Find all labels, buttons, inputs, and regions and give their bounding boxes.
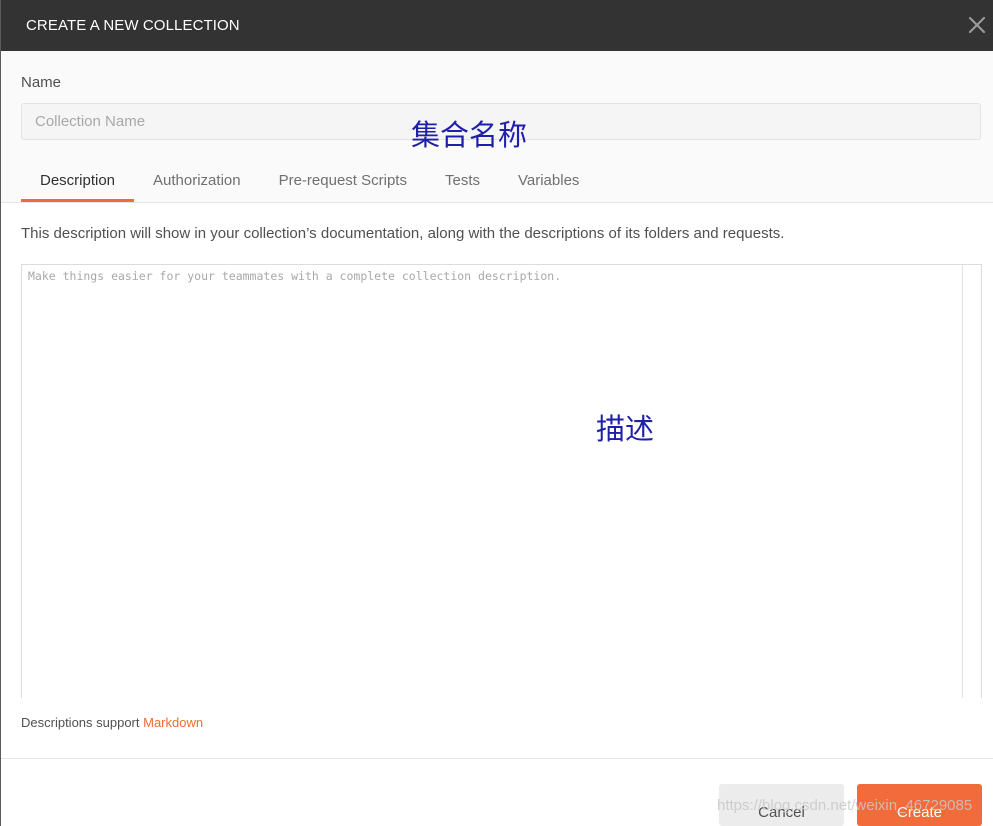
create-button[interactable]: Create (857, 784, 982, 826)
tab-authorization[interactable]: Authorization (134, 171, 260, 202)
collection-name-section: Name 集合名称 Description Authorization Pre-… (1, 51, 993, 203)
footer-divider (1, 758, 993, 759)
description-textarea[interactable] (22, 265, 963, 698)
description-scrollbar[interactable] (962, 265, 981, 698)
tab-tests[interactable]: Tests (426, 171, 499, 202)
tab-description[interactable]: Description (21, 171, 135, 202)
description-editor (21, 264, 982, 698)
markdown-link[interactable]: Markdown (143, 715, 203, 730)
cancel-button[interactable]: Cancel (719, 784, 844, 826)
collection-name-input[interactable] (21, 103, 981, 140)
collection-tabs: Description Authorization Pre-request Sc… (21, 171, 598, 202)
name-label: Name (21, 74, 62, 91)
tab-variables[interactable]: Variables (499, 171, 598, 202)
dialog-title: CREATE A NEW COLLECTION (26, 17, 240, 34)
create-collection-dialog: CREATE A NEW COLLECTION Name 集合名称 Descri… (0, 0, 993, 826)
close-icon[interactable] (966, 14, 988, 36)
markdown-note-prefix: Descriptions support (21, 715, 144, 730)
markdown-note: Descriptions support Markdown (21, 715, 203, 730)
dialog-header: CREATE A NEW COLLECTION (1, 0, 993, 51)
tab-pre-request-scripts[interactable]: Pre-request Scripts (260, 171, 426, 202)
description-help-text: This description will show in your colle… (21, 225, 785, 242)
